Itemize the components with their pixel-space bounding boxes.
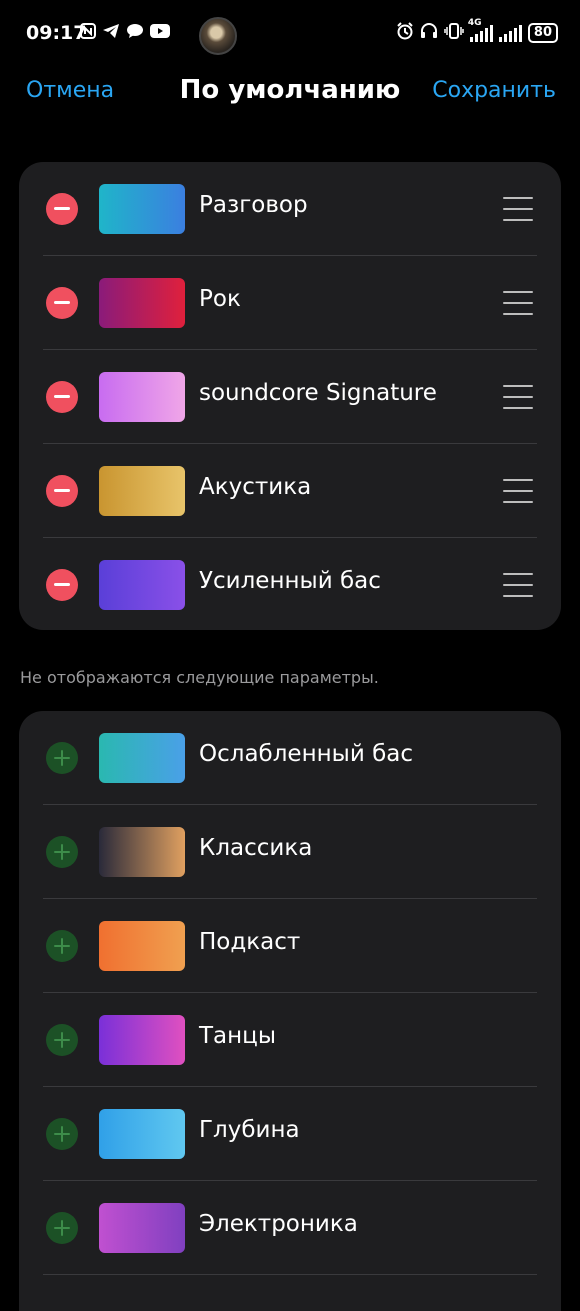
status-bar: 09:17 4G 80: [0, 0, 580, 68]
nfc-icon: [80, 23, 96, 43]
preset-label: Танцы: [199, 1023, 276, 1049]
remove-icon[interactable]: [46, 381, 78, 413]
youtube-icon: [150, 23, 170, 43]
preset-label: Акустика: [199, 474, 312, 500]
hidden-preset-row: Подкаст: [19, 899, 561, 993]
notification-icons: [80, 23, 170, 43]
preset-label: Усиленный бас: [199, 568, 381, 594]
status-time: 09:17: [26, 22, 87, 44]
hidden-preset-row: Классика: [19, 805, 561, 899]
battery-icon: 80: [527, 23, 558, 43]
avatar: [199, 17, 237, 55]
preset-label: Рок: [199, 286, 241, 312]
hidden-presets-note: Не отображаются следующие параметры.: [20, 668, 379, 687]
system-icons: 4G 80: [396, 18, 558, 44]
header: Отмена По умолчанию Сохранить: [0, 68, 580, 118]
preset-label: Глубина: [199, 1117, 300, 1143]
add-icon[interactable]: [46, 1024, 78, 1056]
preset-thumbnail: [99, 184, 185, 234]
preset-thumbnail: [99, 466, 185, 516]
preset-thumbnail: [99, 1203, 185, 1253]
preset-thumbnail: [99, 1015, 185, 1065]
mobile-signal-icon: 4G: [468, 18, 493, 42]
preset-thumbnail: [99, 921, 185, 971]
save-button[interactable]: Сохранить: [432, 78, 556, 103]
hidden-preset-row: Танцы: [19, 993, 561, 1087]
hidden-preset-row: Ослабленный бас: [19, 711, 561, 805]
preset-label: Ослабленный бас: [199, 741, 413, 767]
add-icon[interactable]: [46, 930, 78, 962]
preset-thumbnail: [99, 827, 185, 877]
preset-thumbnail: [99, 1109, 185, 1159]
drag-handle-icon[interactable]: [503, 571, 533, 599]
alarm-icon: [396, 22, 414, 44]
active-presets-list: Разговор Рок soundcore Signature Акустика Ус…: [19, 162, 561, 630]
drag-handle-icon[interactable]: [503, 477, 533, 505]
active-preset-row: soundcore Signature: [19, 350, 561, 444]
add-icon[interactable]: [46, 1212, 78, 1244]
preset-thumbnail: [99, 278, 185, 328]
preset-label: Классика: [199, 835, 313, 861]
headphones-icon: [420, 22, 438, 44]
remove-icon[interactable]: [46, 193, 78, 225]
preset-thumbnail: [99, 560, 185, 610]
drag-handle-icon[interactable]: [503, 195, 533, 223]
add-icon[interactable]: [46, 1118, 78, 1150]
divider: [43, 1274, 537, 1275]
telegram-icon: [102, 23, 120, 43]
preset-label: Электроника: [199, 1211, 358, 1237]
active-preset-row: Рок: [19, 256, 561, 350]
vibrate-icon: [444, 22, 464, 44]
add-icon[interactable]: [46, 742, 78, 774]
hidden-preset-row: Глубина: [19, 1087, 561, 1181]
preset-thumbnail: [99, 733, 185, 783]
remove-icon[interactable]: [46, 475, 78, 507]
remove-icon[interactable]: [46, 287, 78, 319]
add-icon[interactable]: [46, 836, 78, 868]
signal-icon: [498, 24, 522, 42]
preset-label: soundcore Signature: [199, 380, 437, 406]
chat-icon: [126, 23, 144, 43]
active-preset-row: Акустика: [19, 444, 561, 538]
drag-handle-icon[interactable]: [503, 383, 533, 411]
drag-handle-icon[interactable]: [503, 289, 533, 317]
hidden-presets-list: Ослабленный бас Классика Подкаст Танцы Глуби…: [19, 711, 561, 1311]
preset-thumbnail: [99, 372, 185, 422]
preset-label: Подкаст: [199, 929, 301, 955]
remove-icon[interactable]: [46, 569, 78, 601]
hidden-preset-row: Электроника: [19, 1181, 561, 1275]
active-preset-row: Разговор: [19, 162, 561, 256]
preset-label: Разговор: [199, 192, 308, 218]
active-preset-row: Усиленный бас: [19, 538, 561, 632]
